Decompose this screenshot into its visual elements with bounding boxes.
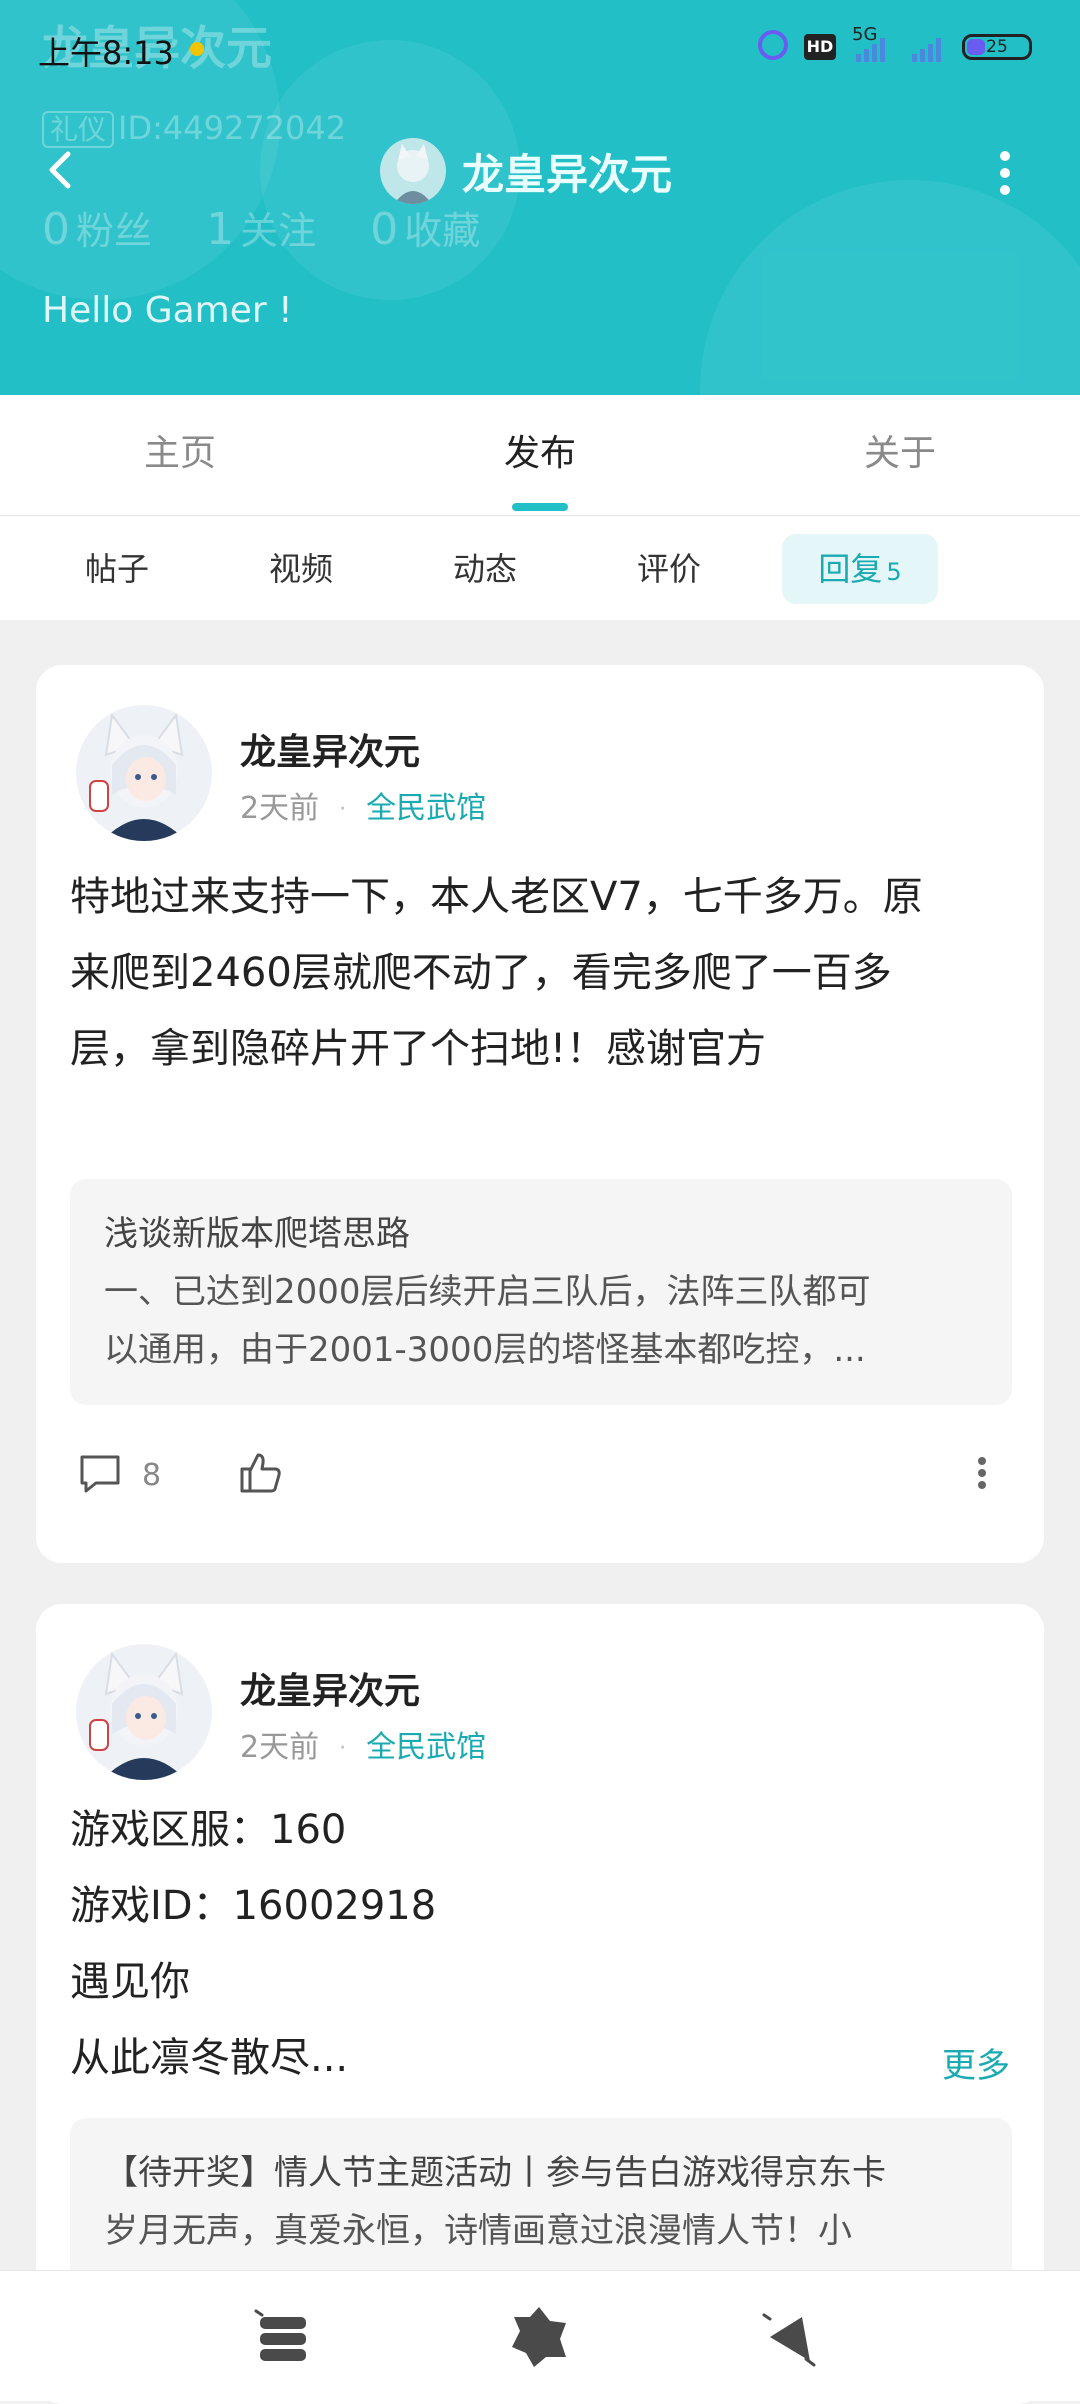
status-time: 上午8:13 <box>38 34 174 72</box>
reply-card[interactable]: 龙皇异次元 2天前 · 全民武馆 特地过来支持一下，本人老区V7，七千多万。原 来爬… <box>36 665 1044 1563</box>
avatar[interactable] <box>76 1644 212 1780</box>
post-content[interactable]: 游戏区服：160 游戏ID：16002918 遇见你 从此凛冬散尽... <box>70 1792 1010 2096</box>
like-icon <box>236 1449 284 1501</box>
hd-icon: HD <box>804 34 836 60</box>
comment-icon <box>76 1449 124 1501</box>
bottom-toolbar <box>0 2270 1080 2401</box>
meta-separator: · <box>339 797 347 822</box>
post-meta: 2天前 · 全民武馆 <box>240 1722 486 1766</box>
post-forum[interactable]: 全民武馆 <box>366 791 486 826</box>
profile-title[interactable]: 龙皇异次元 <box>380 138 672 204</box>
game-icon[interactable] <box>504 2301 574 2371</box>
post-line: 游戏区服：160 <box>70 1807 347 1853</box>
profile-title-name: 龙皇异次元 <box>462 149 673 199</box>
signal-icon <box>856 34 885 62</box>
post-content[interactable]: 特地过来支持一下，本人老区V7，七千多万。原 来爬到2460层就爬不动了，看完多… <box>70 859 1010 1087</box>
top-nav: 龙皇异次元 <box>0 120 1080 220</box>
quoted-thread[interactable]: 【待开奖】情人节主题活动丨参与告白游戏得京东卡 岁月无声，真爱永恒，诗情画意过浪… <box>70 2118 1012 2286</box>
post-line: 遇见你 <box>70 1959 190 2005</box>
like-button[interactable] <box>236 1445 284 1505</box>
avatar <box>380 138 446 204</box>
quoted-thread-title: 浅谈新版本爬塔思路 <box>104 1214 410 1254</box>
post-time: 2天前 <box>240 791 320 826</box>
subtab-replies-label: 回复 <box>818 550 883 588</box>
tab-posts[interactable]: 发布 <box>360 395 720 515</box>
subtab-threads[interactable]: 帖子 <box>62 534 172 604</box>
more-icon <box>972 1453 992 1497</box>
more-button[interactable] <box>972 1445 992 1505</box>
sub-tabs: 帖子 视频 动态 评价 回复 5 <box>0 516 1080 620</box>
alarm-icon <box>758 30 788 60</box>
subtab-reviews[interactable]: 评价 <box>614 534 724 604</box>
subtab-replies-count: 5 <box>886 558 902 586</box>
post-actions: 8 <box>76 1445 1006 1505</box>
post-time: 2天前 <box>240 1730 320 1765</box>
back-arrow-icon[interactable] <box>40 148 84 192</box>
quoted-thread-line: 岁月无声，真爱永恒，诗情画意过浪漫情人节！小 <box>104 2211 852 2251</box>
subtab-moments[interactable]: 动态 <box>430 534 540 604</box>
main-tabs: 主页 发布 关于 <box>0 395 1080 517</box>
battery-icon: 25 <box>962 34 1032 60</box>
menu-stack-icon[interactable] <box>250 2301 320 2371</box>
profile-header: 龙皇异次元 礼仪 ID:449272042 0 粉丝 1 关注 0 收藏 Hello G… <box>0 0 1080 395</box>
battery-level: 25 <box>986 37 1008 57</box>
post-line: 特地过来支持一下，本人老区V7，七千多万。原 <box>70 874 923 920</box>
meta-separator: · <box>339 1736 347 1761</box>
post-line: 游戏ID：16002918 <box>70 1883 437 1929</box>
avatar[interactable] <box>76 705 212 841</box>
quoted-thread[interactable]: 浅谈新版本爬塔思路 一、已达到2000层后续开启三队后，法阵三队都可 以通用，由… <box>70 1179 1012 1405</box>
post-line: 从此凛冬散尽... <box>70 2035 349 2081</box>
more-vertical-icon[interactable] <box>990 148 1020 198</box>
comment-count: 8 <box>142 1457 162 1493</box>
post-meta: 2天前 · 全民武馆 <box>240 783 486 827</box>
comment-button[interactable]: 8 <box>76 1445 161 1505</box>
expand-more-link[interactable]: 更多 <box>942 2038 1010 2087</box>
post-line: 层，拿到隐碎片开了个扫地!！感谢官方 <box>70 1026 767 1072</box>
megaphone-icon[interactable] <box>756 2301 826 2371</box>
tab-indicator <box>512 503 568 511</box>
quoted-thread-line: 以通用，由于2001-3000层的塔怪基本都吃控，... <box>104 1330 866 1370</box>
status-bar: 上午8:13 HD 5G 25 <box>0 0 1080 95</box>
post-line: 来爬到2460层就爬不动了，看完多爬了一百多 <box>70 950 892 996</box>
subtab-replies[interactable]: 回复 5 <box>782 534 938 604</box>
quoted-thread-line: 一、已达到2000层后续开启三队后，法阵三队都可 <box>104 1272 871 1312</box>
notification-dot <box>190 42 204 56</box>
tab-about[interactable]: 关于 <box>720 395 1080 515</box>
post-forum[interactable]: 全民武馆 <box>366 1730 486 1765</box>
post-author[interactable]: 龙皇异次元 <box>240 1662 420 1714</box>
signal-icon <box>912 34 941 62</box>
post-author[interactable]: 龙皇异次元 <box>240 723 420 775</box>
profile-bio: Hello Gamer ! <box>42 290 293 331</box>
quoted-thread-title: 【待开奖】情人节主题活动丨参与告白游戏得京东卡 <box>104 2153 886 2193</box>
tab-home[interactable]: 主页 <box>0 395 360 515</box>
subtab-videos[interactable]: 视频 <box>246 534 356 604</box>
